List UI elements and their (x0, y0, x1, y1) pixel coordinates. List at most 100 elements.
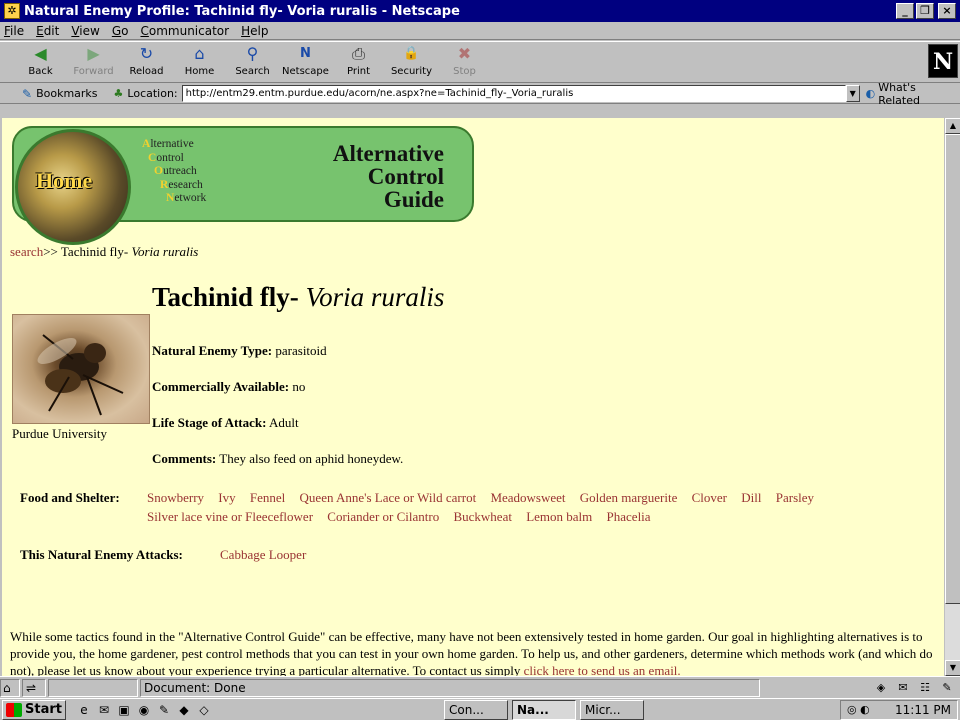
windows-logo-icon (6, 702, 22, 717)
search-button[interactable]: ⚲ Search (226, 42, 279, 82)
stop-button[interactable]: ✖ Stop (438, 42, 491, 82)
forward-button[interactable]: ▶ Forward (67, 42, 120, 82)
tachinid-fly-photo (12, 314, 150, 424)
bookmark-icon: ✎ (22, 86, 33, 101)
print-button[interactable]: ⎙ Print (332, 42, 385, 82)
search-icon: ⚲ (246, 44, 259, 63)
vertical-scrollbar[interactable]: ▲ ▼ (944, 118, 960, 676)
url-dropdown-button[interactable]: ▼ (845, 85, 860, 102)
mail-icon[interactable]: ✉ (892, 679, 914, 697)
forward-arrow-icon: ▶ (87, 44, 100, 63)
back-button[interactable]: ◀ Back (14, 42, 67, 82)
plant-link[interactable]: Silver lace vine or Fleeceflower (147, 509, 313, 524)
stop-label: Stop (453, 66, 476, 77)
back-label: Back (28, 66, 53, 77)
acorn-line: Outreach (154, 165, 197, 177)
breadcrumb-search-link[interactable]: search (10, 244, 43, 259)
connection-icon: ⇌ (22, 678, 46, 697)
whats-related-button[interactable]: ◐ What's Related (866, 81, 960, 107)
fly-illustration (37, 334, 124, 416)
scroll-thumb[interactable] (945, 134, 960, 604)
newsgroups-icon[interactable]: ☷ (914, 679, 936, 697)
clock[interactable]: 11:11 PM (895, 703, 951, 717)
pest-link[interactable]: Cabbage Looper (220, 547, 306, 563)
search-label: Search (235, 66, 270, 77)
plant-link[interactable]: Coriander or Cilantro (327, 509, 439, 524)
channels-icon[interactable]: ◉ (134, 703, 154, 717)
security-button[interactable]: 🔒 Security (385, 42, 438, 82)
menu-help[interactable]: Help (241, 24, 268, 38)
tray-icons[interactable]: ◎ ◐ (847, 703, 870, 716)
plant-link[interactable]: Meadowsweet (490, 490, 565, 505)
home-button[interactable]: ⌂ Home (173, 42, 226, 82)
ie-icon[interactable]: e (74, 703, 94, 717)
minimize-button[interactable]: _ (896, 3, 914, 19)
notepad-icon[interactable]: ✎ (154, 703, 174, 717)
food-shelter-label: Food and Shelter: (20, 490, 120, 505)
banner-title: Alternative Control Guide (332, 141, 444, 212)
navigator-icon[interactable]: ◈ (870, 679, 892, 697)
disclaimer-paragraph: While some tactics found in the "Alterna… (10, 629, 933, 676)
menu-go[interactable]: Go (112, 24, 129, 38)
menu-communicator[interactable]: Communicator (140, 24, 229, 38)
plant-link[interactable]: Dill (741, 490, 761, 505)
taskbar-item-netscape[interactable]: Na... (512, 699, 576, 720)
netscape-label: Netscape (282, 66, 329, 77)
plant-link[interactable]: Ivy (218, 490, 235, 505)
plant-link[interactable]: Parsley (776, 490, 814, 505)
menu-edit[interactable]: Edit (36, 24, 59, 38)
security-status-icon[interactable]: ⌂ (0, 678, 20, 697)
reload-button[interactable]: ↻ Reload (120, 42, 173, 82)
plant-link[interactable]: Fennel (250, 490, 285, 505)
app-icon[interactable]: ◇ (194, 703, 214, 717)
page-title: Tachinid fly- Voria ruralis (152, 282, 445, 312)
plant-link[interactable]: Lemon balm (526, 509, 592, 524)
outlook-icon[interactable]: ✉ (94, 703, 114, 717)
desktop-icon[interactable]: ▣ (114, 703, 134, 717)
attacks-label: This Natural Enemy Attacks: (20, 547, 183, 562)
page-proxy-icon[interactable]: ♣ (114, 87, 124, 100)
plant-link[interactable]: Snowberry (147, 490, 204, 505)
netscape-button[interactable]: N Netscape (279, 42, 332, 82)
maximize-button[interactable]: ❐ (916, 3, 934, 19)
progress-bar (48, 678, 138, 697)
plant-link[interactable]: Clover (692, 490, 727, 505)
plant-link[interactable]: Phacelia (607, 509, 651, 524)
home-link-label[interactable]: Home (36, 168, 92, 194)
status-bar: ⌂ ⇌ Document: Done ◈ ✉ ☷ ✎ (0, 676, 960, 698)
url-input[interactable]: http://entm29.entm.purdue.edu/acorn/ne.a… (181, 85, 846, 102)
taskbar-item-con[interactable]: Con... (444, 699, 508, 720)
plant-link[interactable]: Queen Anne's Lace or Wild carrot (300, 490, 477, 505)
plant-link[interactable]: Golden marguerite (580, 490, 678, 505)
plant-link[interactable]: Buckwheat (453, 509, 511, 524)
netscape-logo[interactable]: N (928, 44, 958, 78)
email-link[interactable]: click here to send us an email. (524, 663, 681, 676)
scroll-down-arrow[interactable]: ▼ (945, 660, 960, 676)
security-label: Security (390, 66, 433, 77)
scroll-up-arrow[interactable]: ▲ (945, 118, 960, 134)
location-label: Location: (127, 87, 178, 100)
acorn-line: Alternative (142, 138, 194, 150)
print-label: Print (346, 66, 370, 77)
navigation-toolbar: ◀ Back ▶ Forward ↻ Reload ⌂ Home ⚲ Searc… (0, 41, 960, 83)
stop-icon: ✖ (457, 44, 472, 63)
menu-file[interactable]: File (4, 24, 24, 38)
reload-label: Reload (129, 66, 164, 77)
reload-icon: ↻ (139, 44, 154, 63)
app-icon[interactable]: ◆ (174, 703, 194, 717)
acorn-acronym: Alternative Control Outreach Research Ne… (142, 138, 206, 206)
menu-view[interactable]: View (71, 24, 99, 38)
food-shelter-row-1: Snowberry Ivy Fennel Queen Anne's Lace o… (147, 490, 825, 506)
home-icon: ⌂ (194, 44, 205, 63)
start-button[interactable]: Start (2, 699, 66, 720)
bookmarks-button[interactable]: ✎ Bookmarks (22, 87, 98, 101)
taskbar-item-micr[interactable]: Micr... (580, 699, 644, 720)
whats-related-icon: ◐ (865, 87, 876, 100)
back-arrow-icon: ◀ (34, 44, 47, 63)
page-content: Home Alternative Control Outreach Resear… (2, 118, 944, 676)
close-button[interactable]: × (938, 3, 956, 19)
netscape-app-icon[interactable]: ✲ (4, 3, 20, 19)
windows-taskbar: Start e ✉ ▣ ◉ ✎ ◆ ◇ Con... Na... Micr...… (0, 698, 960, 720)
acorn-banner: Home Alternative Control Outreach Resear… (12, 126, 474, 245)
composer-icon[interactable]: ✎ (936, 679, 958, 697)
